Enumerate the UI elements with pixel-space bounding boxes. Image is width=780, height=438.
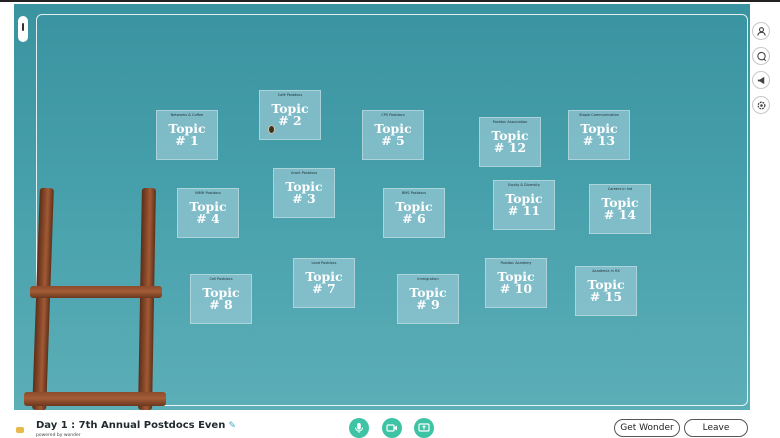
topic-table-label: Topic # 2: [271, 101, 309, 128]
topic-table-name: Postdoc Association: [492, 120, 528, 124]
topic-table-name: Postdoc Academy: [500, 261, 532, 265]
event-title: Day 1 : 7th Annual Postdocs Even ✎: [36, 420, 236, 431]
topic-table-name: Cell Postdocs: [209, 277, 233, 281]
topic-table-label: Topic # 12: [491, 128, 529, 155]
topic-table-8[interactable]: Cell Postdocs Topic # 8: [190, 274, 252, 324]
topic-table-label: Topic # 9: [409, 285, 447, 312]
megaphone-icon[interactable]: [752, 71, 770, 89]
topic-table-name: Grant Postdocs: [290, 171, 318, 175]
topic-table-name: Careers in Ind: [607, 187, 633, 191]
settings-icon[interactable]: [752, 96, 770, 114]
topic-table-label: Topic # 14: [601, 195, 639, 222]
screen-share-button[interactable]: [414, 418, 434, 438]
topic-table-label: Topic # 5: [374, 121, 412, 148]
edit-icon[interactable]: ✎: [228, 421, 236, 431]
topic-table-6[interactable]: BMS Postdocs Topic # 6: [383, 188, 445, 238]
topic-table-label: Topic # 1: [168, 121, 206, 148]
topic-table-name: Networks & Coffee: [170, 113, 204, 117]
topic-table-label: Topic # 6: [395, 199, 433, 226]
topic-table-label: Topic # 15: [587, 277, 625, 304]
topic-table-label: Topic # 8: [202, 285, 240, 312]
topic-table-5[interactable]: CPS Postdocs Topic # 5: [362, 110, 424, 160]
topic-table-10[interactable]: Postdoc Academy Topic # 10: [485, 258, 547, 308]
people-icon[interactable]: [752, 22, 770, 40]
topic-table-label: Topic # 13: [580, 121, 618, 148]
topic-table-13[interactable]: Staple Communication Topic # 13: [568, 110, 630, 160]
topic-table-name: NIMH Postdocs: [195, 191, 221, 195]
topic-table-name: Immigration: [417, 277, 439, 281]
topic-table-7[interactable]: Lead Postdocs Topic # 7: [293, 258, 355, 308]
topic-table-label: Topic # 11: [505, 191, 543, 218]
event-title-text: Day 1 : 7th Annual Postdocs Even: [36, 420, 226, 431]
topic-table-name: Academia in RX: [592, 269, 620, 273]
topic-table-name: BMS Postdocs: [401, 191, 427, 195]
bottom-bar: Day 1 : 7th Annual Postdocs Even ✎ powere…: [0, 410, 780, 438]
topic-table-4[interactable]: NIMH Postdocs Topic # 4: [177, 188, 239, 238]
event-logo: [16, 427, 24, 433]
camera-button[interactable]: [382, 418, 402, 438]
topic-table-name: Café Postdocs: [277, 93, 303, 97]
topic-table-2[interactable]: Café Postdocs Topic # 2: [259, 90, 321, 140]
topic-table-label: Topic # 10: [497, 269, 535, 296]
topic-table-9[interactable]: Immigration Topic # 9: [397, 274, 459, 324]
topic-table-name: Staple Communication: [579, 113, 619, 117]
side-panel-toggle[interactable]: [18, 16, 28, 42]
topic-table-label: Topic # 4: [189, 199, 227, 226]
topic-table-name: Equity & Diversity: [508, 183, 540, 187]
chat-icon[interactable]: [752, 47, 770, 65]
app-window: Networks & Coffee Topic # 1 Café Postdoc…: [0, 0, 780, 438]
topic-table-label: Topic # 3: [285, 179, 323, 206]
microphone-icon: [355, 423, 363, 433]
topic-table-15[interactable]: Academia in RX Topic # 15: [575, 266, 637, 316]
topic-table-label: Topic # 7: [305, 269, 343, 296]
participant-avatar[interactable]: [268, 125, 275, 134]
topic-table-1[interactable]: Networks & Coffee Topic # 1: [156, 110, 218, 160]
topic-table-name: Lead Postdocs: [311, 261, 337, 265]
camera-icon: [386, 424, 397, 432]
topic-table-12[interactable]: Postdoc Association Topic # 12: [479, 117, 541, 167]
screen-share-icon: [418, 423, 430, 432]
get-wonder-button[interactable]: Get Wonder: [614, 419, 680, 437]
leave-button[interactable]: Leave: [684, 419, 748, 437]
topic-table-name: CPS Postdocs: [381, 113, 405, 117]
topic-table-14[interactable]: Careers in Ind Topic # 14: [589, 184, 651, 234]
topic-table-3[interactable]: Grant Postdocs Topic # 3: [273, 168, 335, 218]
topic-table-11[interactable]: Equity & Diversity Topic # 11: [493, 180, 555, 230]
microphone-button[interactable]: [349, 418, 369, 438]
